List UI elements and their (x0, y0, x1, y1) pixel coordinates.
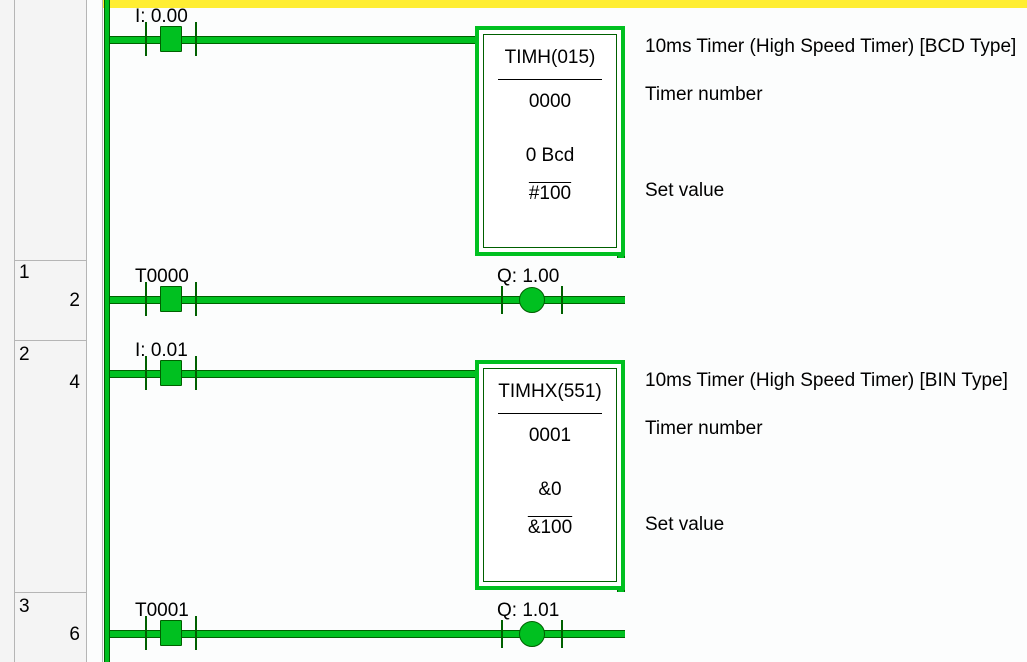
block-comment: Set value (645, 180, 724, 202)
contact-no[interactable] (160, 360, 182, 386)
block-param2a: 0 Bcd (484, 145, 616, 167)
block-comment: Timer number (645, 84, 763, 106)
gutter-numbers: 1 2 2 4 3 6 (15, 0, 87, 662)
diagram-area[interactable]: I: 0.00 TIMH(015) 0000 0 Bcd #100 10ms T… (87, 0, 1027, 662)
rung-number: 3 (19, 596, 30, 618)
contact-label: I: 0.00 (135, 6, 188, 28)
block-param1: 0001 (484, 425, 616, 447)
coil-label: Q: 1.01 (497, 600, 559, 622)
block-param1: 0000 (484, 91, 616, 113)
block-comment: Timer number (645, 418, 763, 440)
step-number: 4 (69, 372, 80, 394)
rung-number: 2 (19, 344, 30, 366)
block-comment: 10ms Timer (High Speed Timer) [BCD Type] (645, 36, 1016, 58)
contact-label: I: 0.01 (135, 340, 188, 362)
rung-wire (110, 630, 625, 638)
contact-no[interactable] (160, 26, 182, 52)
contact-no[interactable] (160, 620, 182, 646)
rung-wire (110, 296, 625, 304)
step-number: 2 (69, 290, 80, 312)
contact-label: T0001 (135, 600, 189, 622)
instruction-block-timh[interactable]: TIMH(015) 0000 0 Bcd #100 (475, 26, 625, 256)
block-comment: Set value (645, 514, 724, 536)
coil-label: Q: 1.00 (497, 266, 559, 288)
instruction-block-timhx[interactable]: TIMHX(551) 0001 &0 &100 (475, 360, 625, 590)
gutter-left-edge (0, 0, 15, 662)
step-number: 6 (69, 624, 80, 646)
block-title: TIMHX(551) (484, 381, 616, 403)
left-power-rail (104, 0, 110, 662)
selection-highlight (103, 0, 1027, 8)
output-coil[interactable] (519, 621, 545, 647)
rung-number: 1 (19, 262, 30, 284)
block-param2b: #100 (484, 183, 616, 205)
block-param2a: &0 (484, 479, 616, 501)
contact-label: T0000 (135, 266, 189, 288)
block-comment: 10ms Timer (High Speed Timer) [BIN Type] (645, 370, 1008, 392)
block-param2b: &100 (484, 517, 616, 539)
contact-no[interactable] (160, 286, 182, 312)
output-coil[interactable] (519, 287, 545, 313)
ladder-diagram: 1 2 2 4 3 6 I: 0.00 TIMH(015) 0000 0 Bcd… (0, 0, 1027, 662)
block-title: TIMH(015) (484, 47, 616, 69)
